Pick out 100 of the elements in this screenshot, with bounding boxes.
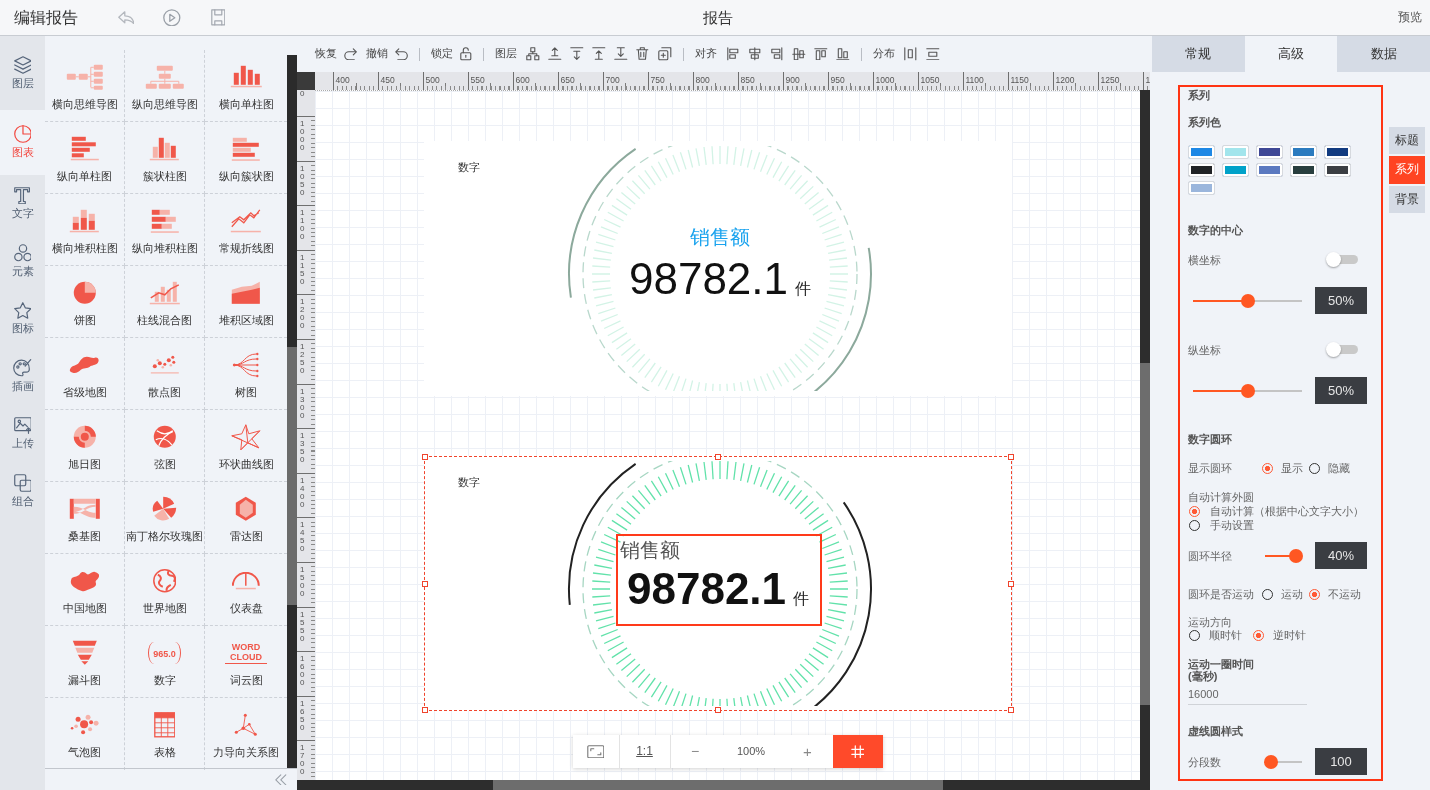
chart-type-item[interactable]: 散点图: [125, 338, 205, 410]
side-tab[interactable]: 背景: [1389, 186, 1425, 213]
color-swatch[interactable]: [1188, 145, 1215, 159]
scrollbar-thumb[interactable]: [1140, 363, 1150, 705]
hierarchy-button[interactable]: [525, 46, 540, 62]
sidebar-tab[interactable]: 组合: [0, 462, 45, 520]
chart-type-item[interactable]: 横向堆积柱图: [45, 194, 125, 266]
sidebar-tab[interactable]: 图标: [0, 290, 45, 348]
value-field[interactable]: 100: [1315, 748, 1367, 775]
chart-type-item[interactable]: 965.0 数字: [125, 626, 205, 698]
chart-type-item[interactable]: 南丁格尔玫瑰图: [125, 482, 205, 554]
zoom-in-button[interactable]: +: [782, 735, 833, 768]
sidebar-tab[interactable]: 插画: [0, 347, 45, 405]
sidebar-tab[interactable]: 图层: [0, 36, 45, 110]
align-middle-button[interactable]: [791, 46, 806, 62]
chart-type-item[interactable]: 桑基图: [45, 482, 125, 554]
radio-button[interactable]: [1253, 629, 1264, 641]
value-field[interactable]: 50%: [1315, 287, 1367, 314]
toggle-switch[interactable]: [1326, 252, 1358, 267]
chart-type-item[interactable]: 饼图: [45, 266, 125, 338]
scrollbar[interactable]: [287, 55, 297, 768]
slider-thumb[interactable]: [1240, 383, 1255, 398]
sidebar-tab[interactable]: 元素: [0, 232, 45, 290]
chart-type-item[interactable]: 簇状柱图: [125, 122, 205, 194]
move-up-button[interactable]: [547, 46, 562, 62]
chart-type-item[interactable]: 旭日图: [45, 410, 125, 482]
move-down-button[interactable]: [569, 46, 584, 62]
side-tab[interactable]: 标题: [1389, 127, 1425, 154]
send-to-back-button[interactable]: [613, 46, 628, 62]
color-swatch[interactable]: [1290, 145, 1317, 159]
color-swatch[interactable]: [1256, 163, 1283, 177]
chart-type-item[interactable]: 力导向关系图: [205, 698, 287, 770]
collapse-button[interactable]: [275, 773, 287, 786]
color-swatch[interactable]: [1324, 145, 1351, 159]
resize-handle[interactable]: [422, 707, 428, 713]
chart-type-item[interactable]: 省级地图: [45, 338, 125, 410]
lock-button[interactable]: 锁定: [431, 42, 472, 66]
color-swatch[interactable]: [1222, 145, 1249, 159]
slider-thumb[interactable]: [1263, 754, 1278, 769]
preview-button[interactable]: 预览: [1398, 10, 1422, 25]
align-bottom-button[interactable]: [835, 46, 850, 62]
chart-type-item[interactable]: 世界地图: [125, 554, 205, 626]
resize-handle[interactable]: [1008, 454, 1014, 460]
bring-to-front-button[interactable]: [591, 46, 606, 62]
radio-button[interactable]: [1309, 588, 1320, 600]
scrollbar[interactable]: [1140, 90, 1150, 780]
color-swatch[interactable]: [1256, 145, 1283, 159]
resize-handle[interactable]: [715, 454, 721, 460]
resize-handle[interactable]: [422, 454, 428, 460]
slider-thumb[interactable]: [1240, 293, 1255, 308]
resize-handle[interactable]: [1008, 580, 1014, 587]
scrollbar-thumb[interactable]: [287, 347, 297, 605]
chart-type-item[interactable]: 纵向单柱图: [45, 122, 125, 194]
radio-button[interactable]: [1189, 505, 1200, 517]
duplicate-button[interactable]: [657, 46, 672, 62]
color-swatch[interactable]: [1188, 181, 1215, 195]
align-right-button[interactable]: [769, 46, 784, 62]
resize-handle[interactable]: [715, 707, 721, 713]
panel-tab[interactable]: 常规: [1152, 36, 1245, 72]
value-field[interactable]: 40%: [1315, 542, 1367, 569]
play-button[interactable]: [162, 7, 182, 28]
save-button[interactable]: [208, 7, 228, 28]
sidebar-tab[interactable]: 上传: [0, 405, 45, 463]
chart-type-item[interactable]: 漏斗图: [45, 626, 125, 698]
actual-size-button[interactable]: 1:1: [619, 735, 671, 768]
number-widget[interactable]: 数字 销售额 98782.1 件: [424, 141, 1012, 396]
align-left-button[interactable]: [725, 46, 740, 62]
number-widget[interactable]: 数字 销售额 98782.1 件: [424, 456, 1012, 711]
color-swatch[interactable]: [1290, 163, 1317, 177]
resize-handle[interactable]: [422, 580, 428, 587]
redo-button[interactable]: 恢复: [315, 42, 358, 66]
resize-handle[interactable]: [1008, 707, 1014, 713]
chart-type-item[interactable]: 柱线混合图: [125, 266, 205, 338]
chart-type-item[interactable]: 气泡图: [45, 698, 125, 770]
align-top-button[interactable]: [813, 46, 828, 62]
chart-type-item[interactable]: 中国地图: [45, 554, 125, 626]
value-field[interactable]: 50%: [1315, 377, 1367, 404]
align-center-button[interactable]: [747, 46, 762, 62]
undo-button[interactable]: 撤销: [366, 42, 409, 66]
panel-tab[interactable]: 数据: [1337, 36, 1430, 72]
radio-button[interactable]: [1262, 462, 1273, 474]
toggle-switch[interactable]: [1326, 342, 1358, 357]
scrollbar-thumb[interactable]: [493, 780, 943, 790]
slider-thumb[interactable]: [1289, 548, 1304, 563]
text-input[interactable]: 16000: [1188, 685, 1307, 705]
color-swatch[interactable]: [1222, 163, 1249, 177]
scrollbar[interactable]: [297, 780, 1150, 790]
distribute-horizontal-button[interactable]: [903, 46, 918, 62]
zoom-out-button[interactable]: −: [670, 735, 720, 768]
chart-type-item[interactable]: 表格: [125, 698, 205, 770]
chart-type-item[interactable]: 横向思维导图: [45, 50, 125, 122]
trash-button[interactable]: [635, 46, 650, 62]
grid-toggle-button[interactable]: [832, 735, 883, 768]
chart-type-item[interactable]: 纵向思维导图: [125, 50, 205, 122]
chart-type-item[interactable]: 弦图: [125, 410, 205, 482]
sidebar-tab[interactable]: 文字: [0, 175, 45, 233]
distribute-vertical-button[interactable]: [925, 46, 940, 62]
color-swatch[interactable]: [1188, 163, 1215, 177]
color-swatch[interactable]: [1324, 163, 1351, 177]
chart-type-item[interactable]: 纵向堆积柱图: [125, 194, 205, 266]
